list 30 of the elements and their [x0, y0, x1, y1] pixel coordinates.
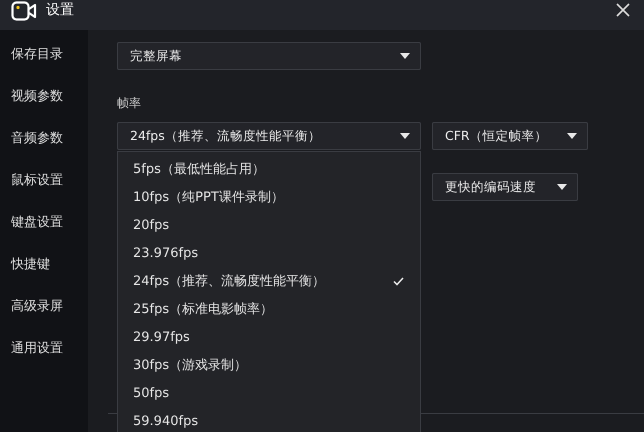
window-title: 设置	[46, 1, 74, 19]
caret-icon	[400, 133, 410, 139]
menu-option[interactable]: 10fps（纯PPT课件录制）	[118, 183, 420, 211]
sidebar-item[interactable]: 音频参数	[0, 128, 88, 170]
frame-rate-label: 帧率	[117, 95, 142, 112]
menu-option[interactable]: 50fps	[118, 379, 420, 407]
sidebar-item[interactable]: 鼠标设置	[0, 170, 88, 212]
menu-option[interactable]: 59.940fps	[118, 407, 420, 432]
encoder-dropdown[interactable]: 更快的编码速度	[432, 173, 578, 201]
camera-icon	[11, 1, 37, 21]
sidebar-item[interactable]: 通用设置	[0, 338, 88, 380]
menu-option[interactable]: 20fps	[118, 211, 420, 239]
caret-icon	[400, 53, 410, 59]
frame-mode-dropdown[interactable]: CFR（恒定帧率）	[432, 122, 588, 150]
sidebar-item[interactable]: 键盘设置	[0, 212, 88, 254]
sidebar-item[interactable]: 高级录屏	[0, 296, 88, 338]
caret-icon	[567, 133, 577, 139]
close-icon[interactable]	[616, 3, 630, 17]
sidebar-item[interactable]: 快捷键	[0, 254, 88, 296]
sidebar-item[interactable]: 视频参数	[0, 86, 88, 128]
menu-option[interactable]: 5fps（最低性能占用）	[118, 155, 420, 183]
menu-option[interactable]: 25fps（标准电影帧率）	[118, 295, 420, 323]
checkmark-icon	[393, 276, 404, 286]
sidebar-item[interactable]: 保存目录	[0, 44, 88, 86]
menu-option[interactable]: 23.976fps	[118, 239, 420, 267]
menu-option[interactable]: 30fps（游戏录制）	[118, 351, 420, 379]
frame-rate-dropdown[interactable]: 24fps（推荐、流畅度性能平衡）	[117, 122, 421, 150]
record-area-dropdown[interactable]: 完整屏幕	[117, 42, 421, 70]
caret-icon	[557, 184, 567, 190]
menu-option[interactable]: 29.97fps	[118, 323, 420, 351]
